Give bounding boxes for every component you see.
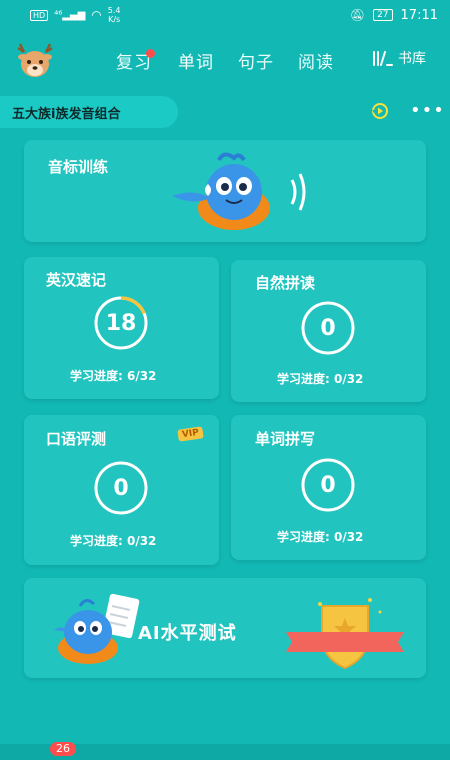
tab-words[interactable]: 单词 [178, 48, 214, 73]
vocab-progress-value: 18 [105, 310, 137, 336]
status-left: HD ⁴⁶▂▄▆ ◠ 5.4 K/s [30, 6, 121, 24]
status-right: 🔕︎ 27 17:11 [350, 8, 438, 23]
wifi-icon: ◠ [91, 8, 102, 22]
tab-reading-label: 阅读 [298, 53, 334, 73]
phonics-progress-value: 0 [320, 315, 336, 341]
phonetic-training-title: 音标训练 [48, 158, 109, 176]
hd-indicator: HD [30, 9, 49, 21]
spelling-progress-label: 学习进度: 0/32 [277, 530, 364, 544]
tab-sentences[interactable]: 句子 [238, 48, 274, 73]
mute-icon: 🔕︎ [349, 8, 366, 22]
tab-words-label: 单词 [178, 53, 214, 73]
battery-level: 27 [377, 10, 389, 20]
notification-dot [146, 49, 155, 58]
bird-mascot-icon [172, 152, 306, 230]
trophy-shield-icon [286, 598, 404, 670]
vocab-progress-label: 学习进度: 6/32 [70, 369, 157, 383]
tab-reading[interactable]: 阅读 [298, 48, 334, 73]
phonetic-training-card[interactable]: 音标训练 [24, 140, 426, 242]
speed-unit: K/s [108, 15, 121, 24]
vocab-memory-title: 英汉速记 [46, 271, 107, 289]
ai-level-test-title: AI水平测试 [138, 623, 237, 644]
course-name: 五大族i族发音组合 [12, 106, 121, 122]
spelling-card[interactable]: 单词拼写 0 学习进度: 0/32 [231, 415, 426, 560]
status-bar: HD ⁴⁶▂▄▆ ◠ 5.4 K/s 🔕︎ 27 17:11 [0, 0, 450, 30]
speaking-test-title: 口语评测 [46, 430, 107, 448]
bottom-count-badge: 26 [50, 742, 76, 756]
library-button[interactable]: 书库 [372, 48, 426, 68]
replay-icon[interactable] [370, 101, 390, 121]
vocab-memory-card[interactable]: 英汉速记 18 学习进度: 6/32 [24, 257, 219, 399]
speaking-progress-value: 0 [113, 475, 129, 501]
speed-value: 5.4 [107, 6, 121, 15]
tab-sentences-label: 句子 [238, 53, 274, 73]
ai-level-test-card[interactable]: AI水平测试 [24, 578, 426, 678]
spelling-progress-value: 0 [320, 472, 336, 498]
network-speed: 5.4 K/s [108, 6, 121, 24]
clock: 17:11 [400, 7, 438, 23]
signal-icon: ⁴⁶▂▄▆ [54, 9, 86, 21]
top-header: 复习 单词 句子 阅读 书库 [0, 32, 450, 88]
course-selector[interactable]: 五大族i族发音组合 [0, 96, 178, 128]
signal-label: ⁴⁶ [54, 9, 63, 21]
phonics-card[interactable]: 自然拼读 0 学习进度: 0/32 [231, 260, 426, 402]
speaking-progress-label: 学习进度: 0/32 [70, 534, 157, 548]
more-options-icon[interactable]: ••• [410, 100, 445, 121]
tab-review[interactable]: 复习 [116, 48, 155, 73]
bookshelf-icon [373, 51, 393, 66]
phonics-title: 自然拼读 [255, 274, 316, 292]
battery-icon: 27 [373, 9, 393, 21]
library-label: 书库 [398, 51, 426, 67]
spelling-title: 单词拼写 [255, 430, 316, 448]
phonics-progress-label: 学习进度: 0/32 [277, 372, 364, 386]
deer-avatar-icon[interactable] [12, 40, 58, 80]
